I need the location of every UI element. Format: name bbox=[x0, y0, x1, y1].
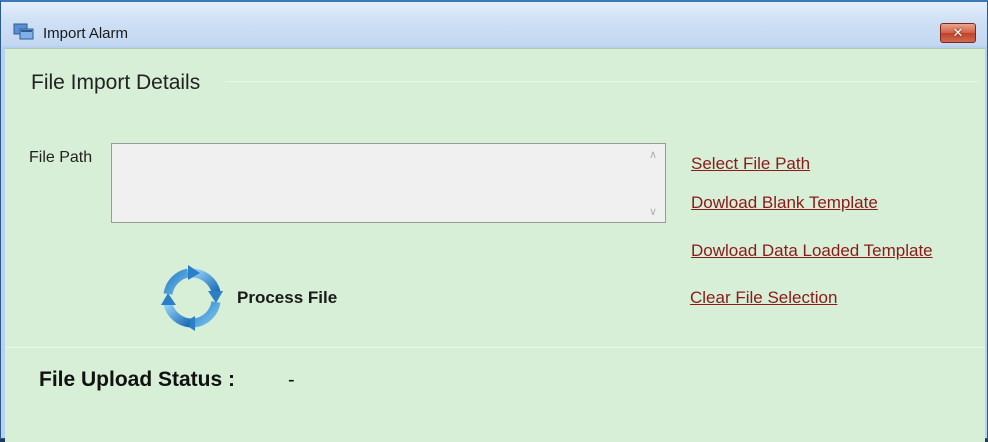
close-button[interactable]: ✕ bbox=[940, 23, 976, 43]
download-blank-template-link[interactable]: Dowload Blank Template bbox=[691, 193, 878, 213]
process-file-button[interactable]: Process File bbox=[161, 265, 337, 331]
file-path-label: File Path bbox=[29, 149, 93, 166]
import-alarm-window: Import Alarm ✕ File Import Details File … bbox=[0, 0, 988, 442]
clear-file-selection-link[interactable]: Clear File Selection bbox=[690, 288, 837, 308]
section-divider bbox=[225, 81, 977, 82]
title-bar[interactable]: Import Alarm ✕ bbox=[1, 2, 987, 46]
app-window-icon bbox=[13, 23, 34, 40]
refresh-icon bbox=[161, 265, 223, 331]
file-upload-status-label: File Upload Status : bbox=[39, 368, 236, 391]
file-path-textarea[interactable]: ∧ ∨ bbox=[111, 143, 666, 223]
status-divider bbox=[5, 347, 985, 348]
section-title: File Import Details bbox=[31, 71, 201, 94]
close-icon: ✕ bbox=[952, 25, 964, 40]
download-data-loaded-template-link[interactable]: Dowload Data Loaded Template bbox=[691, 241, 933, 261]
process-file-label: Process File bbox=[237, 288, 338, 307]
select-file-path-link[interactable]: Select File Path bbox=[691, 154, 810, 174]
scroll-down-icon[interactable]: ∨ bbox=[649, 205, 657, 218]
scroll-up-icon[interactable]: ∧ bbox=[649, 148, 657, 161]
client-area: File Import Details File Path ∧ ∨ Select… bbox=[5, 48, 985, 442]
file-upload-status-value: - bbox=[288, 369, 295, 391]
window-title: Import Alarm bbox=[43, 25, 129, 42]
